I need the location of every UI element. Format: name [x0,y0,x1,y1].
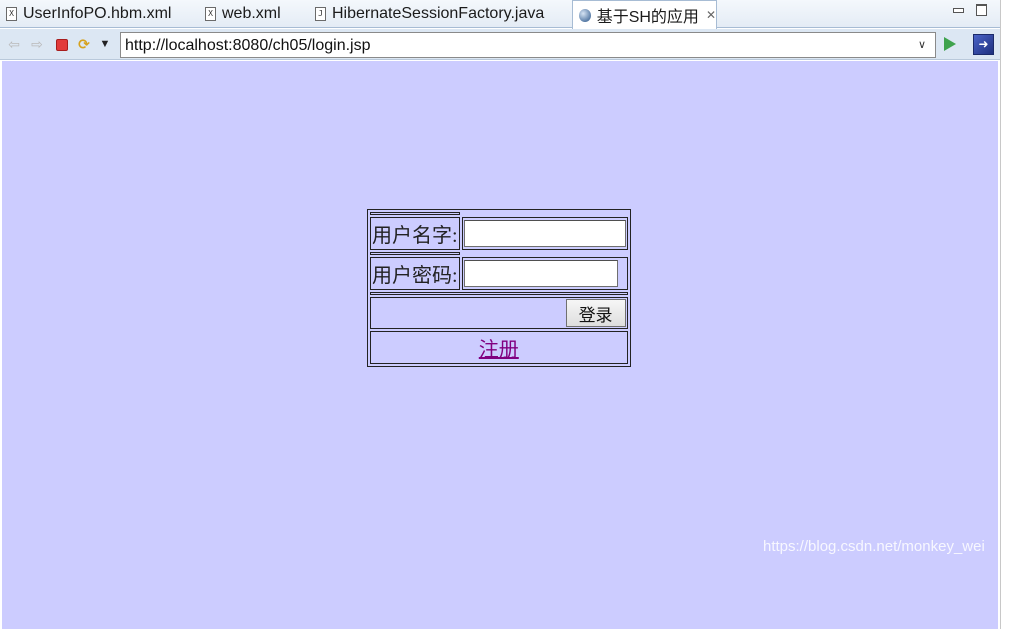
username-input[interactable] [463,220,626,247]
browser-settings-icon[interactable]: ➜ [973,34,994,55]
go-play-icon[interactable] [944,37,956,51]
register-row: 注册 [370,331,628,364]
password-input[interactable] [463,260,618,287]
register-link[interactable]: 注册 [479,339,519,361]
tab-label: web.xml [222,5,281,22]
empty-cell [462,212,628,215]
editor-tab-strip: X UserInfoPO.hbm.xml X web.xml J Hiberna… [0,0,1000,29]
minimize-button[interactable] [952,4,964,14]
empty-cell [370,292,628,295]
chevron-down-icon[interactable]: ▼ [97,36,113,52]
window-right-edge [1000,0,1009,629]
browser-toolbar: ⇦ ⇨ ⟳ ▼ ∨ ➜ [0,29,1000,60]
password-row: 用户密码: [370,257,628,290]
spacer-row [370,212,628,215]
close-icon[interactable]: ✕ [706,8,716,22]
tab-hibernate-session-factory-java[interactable]: J HibernateSessionFactory.java [309,0,544,28]
url-history-chevron-icon[interactable]: ∨ [918,38,926,51]
back-arrow-icon[interactable]: ⇦ [6,36,22,52]
tab-userinfopo-hbm-xml[interactable]: X UserInfoPO.hbm.xml [0,0,171,28]
login-button[interactable]: 登录 [565,299,626,327]
username-row: 用户名字: [370,217,628,250]
xml-file-icon: X [205,7,216,21]
globe-icon [579,8,591,22]
url-input[interactable] [120,32,936,58]
eclipse-internal-browser: X UserInfoPO.hbm.xml X web.xml J Hiberna… [0,0,1009,629]
tab-label: 基于SH的应用 [596,9,699,26]
tab-web-xml[interactable]: X web.xml [199,0,281,28]
empty-cell [370,252,460,255]
username-label: 用户名字: [370,217,460,250]
spacer-row [370,292,628,295]
tab-label: HibernateSessionFactory.java [332,5,545,22]
password-field-cell [461,257,628,290]
password-label: 用户密码: [370,257,460,290]
watermark: https://blog.csdn.net/monkey_wei [763,538,985,555]
empty-cell [370,212,460,215]
register-cell: 注册 [370,331,628,364]
java-file-icon: J [315,7,326,21]
refresh-icon[interactable]: ⟳ [76,36,92,52]
username-field-cell [461,217,628,250]
spacer-row [370,252,628,255]
submit-cell: 登录 [370,297,628,329]
xml-file-icon: X [6,7,17,21]
maximize-button[interactable] [975,4,987,16]
tab-label: UserInfoPO.hbm.xml [23,5,172,22]
submit-row: 登录 [370,297,628,329]
tab-sh-application[interactable]: 基于SH的应用 ✕ [572,0,717,29]
forward-arrow-icon[interactable]: ⇨ [29,36,45,52]
login-form-table: 用户名字: 用户密码: 登录 注册 [367,209,631,367]
empty-cell [462,252,628,255]
stop-icon[interactable] [53,36,69,52]
